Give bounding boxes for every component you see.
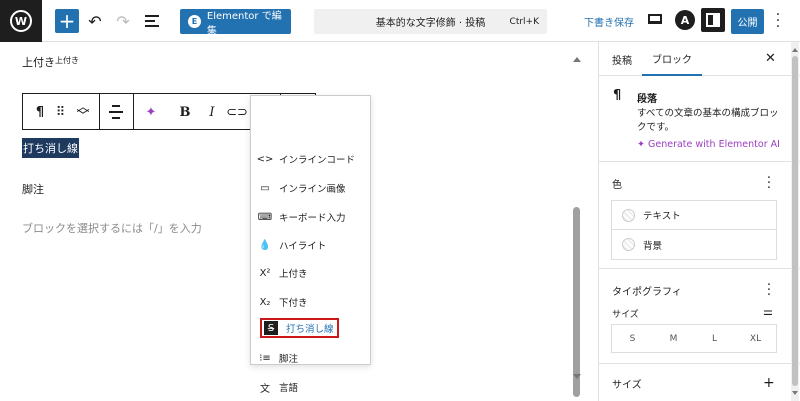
keyboard-icon: ⌨ (257, 211, 273, 223)
add-block-button[interactable]: + (55, 9, 79, 33)
menu-item-strikethrough[interactable]: S̶ 打ち消し線 (260, 318, 339, 338)
tab-block[interactable]: ブロック (642, 42, 702, 76)
size-option-l[interactable]: L (694, 325, 735, 352)
plus-icon[interactable]: + (763, 375, 775, 391)
redo-icon[interactable]: ↷ (111, 9, 135, 33)
menu-item-subscript[interactable]: X₂ 下付き (259, 292, 308, 312)
astra-settings-icon[interactable]: A (675, 10, 695, 30)
block-description: すべての文章の基本の構成ブロックです。 (637, 108, 779, 133)
custom-size-settings-icon[interactable]: ⚌ (763, 305, 773, 318)
settings-sidebar: 投稿 ブロック ✕ ¶ 段落 すべての文章の基本の構成ブロックです。 ✦ Gen… (598, 42, 800, 401)
sidebar-scrollbar[interactable] (791, 42, 799, 401)
text-color-option[interactable]: テキスト (612, 201, 776, 230)
scroll-up-arrow-icon[interactable] (792, 48, 798, 52)
language-icon: 文 (260, 383, 270, 395)
sidebar-tabs: 投稿 ブロック ✕ (599, 42, 800, 76)
dimensions-panel[interactable]: サイズ + (599, 364, 800, 401)
color-swatch-icon (622, 208, 635, 222)
color-swatch-icon (622, 238, 635, 251)
list-view-icon[interactable] (140, 9, 164, 33)
elementor-button-label: Elementor で編集 (206, 10, 282, 37)
color-panel-title: 色 (612, 180, 622, 191)
elementor-icon: E (188, 15, 201, 28)
size-option-xl[interactable]: XL (735, 325, 776, 352)
paragraph-icon: ¶ (613, 88, 622, 103)
bold-icon[interactable]: B (179, 103, 191, 121)
size-option-m[interactable]: M (653, 325, 694, 352)
block-placeholder[interactable]: ブロックを選択するには「/」を入力 (22, 220, 202, 236)
superscript-text: 上付き (55, 56, 79, 65)
background-color-option[interactable]: 背景 (612, 230, 776, 259)
close-icon[interactable]: ✕ (765, 51, 776, 66)
color-options-icon[interactable]: · · · (765, 172, 773, 195)
paragraph-icon[interactable]: ¶ (33, 103, 47, 121)
menu-item-keyboard-input[interactable]: ⌨ キーボード入力 (257, 207, 346, 227)
save-draft-button[interactable]: 下書き保存 (584, 14, 634, 29)
move-up-down-icon[interactable]: ︿ ﹀ (77, 101, 90, 123)
menu-item-superscript[interactable]: X² 上付き (259, 263, 308, 283)
highlight-drop-icon: 💧 (258, 239, 272, 251)
superscript-paragraph[interactable]: 上付き上付き (22, 54, 79, 70)
typography-panel-title: タイポグラフィ (612, 287, 682, 298)
link-icon[interactable]: ⊂⊃ (226, 103, 248, 121)
block-name: 段落 (637, 94, 657, 105)
footnote-icon: ⁝≡ (259, 352, 271, 364)
menu-item-footnote[interactable]: ⁝≡ 脚注 (259, 348, 298, 368)
settings-sidebar-icon[interactable] (701, 8, 725, 32)
edit-with-elementor-button[interactable]: E Elementor で編集 (180, 9, 291, 37)
strikethrough-icon: S̶ (264, 321, 278, 335)
document-title: 基本的な文字修飾 · 投稿 (375, 18, 486, 29)
menu-item-language[interactable]: 文 言語 (259, 377, 298, 397)
italic-icon[interactable]: I (207, 103, 217, 121)
scroll-up-arrow-icon[interactable] (573, 57, 581, 62)
menu-item-highlight[interactable]: 💧 ハイライト (258, 235, 327, 255)
ai-sparkle-icon[interactable]: ✦ (143, 103, 159, 121)
site-logo-button[interactable]: W (0, 0, 42, 42)
code-icon: <> (256, 153, 274, 165)
undo-icon[interactable]: ↶ (83, 9, 107, 33)
block-editor: W + ↶ ↷ E Elementor で編集 基本的な文字修飾 · 投稿 Ct… (0, 0, 800, 401)
dimensions-panel-title: サイズ (612, 380, 642, 391)
toolbar-divider (133, 94, 134, 129)
block-card: ¶ 段落 すべての文章の基本の構成ブロックです。 ✦ Generate with… (599, 76, 800, 162)
inline-image-icon: ▭ (260, 182, 270, 194)
strikethrough-selected-text[interactable]: 打ち消し線 (22, 138, 79, 158)
wordpress-icon: W (10, 10, 32, 32)
preview-icon[interactable] (648, 14, 662, 24)
footnote-paragraph[interactable]: 脚注 (22, 181, 44, 197)
color-panel: 色 · · · テキスト 背景 (599, 162, 800, 269)
ai-sparkle-icon: ✦ (637, 139, 645, 150)
superscript-base-text: 上付き (22, 56, 55, 69)
canvas-scrollbar[interactable] (570, 52, 584, 397)
size-option-s[interactable]: S (612, 325, 653, 352)
subscript-icon: X₂ (259, 296, 271, 308)
menu-item-inline-code[interactable]: <> インラインコード (256, 149, 355, 169)
tab-post[interactable]: 投稿 (612, 42, 632, 76)
scrollbar-thumb[interactable] (792, 56, 798, 386)
command-shortcut: Ctrl+K (509, 16, 539, 27)
toolbar-divider (99, 94, 100, 129)
drag-handle-icon[interactable]: ⠿ (55, 103, 66, 121)
command-palette-button[interactable]: 基本的な文字修飾 · 投稿 Ctrl+K (314, 9, 547, 34)
typography-panel: タイポグラフィ · · · サイズ ⚌ S M L XL (599, 269, 800, 364)
generate-ai-link[interactable]: ✦ Generate with Elementor AI (637, 139, 780, 150)
menu-item-inline-image[interactable]: ▭ インライン画像 (259, 178, 345, 198)
more-formats-menu: <> インラインコード ▭ インライン画像 ⌨ キーボード入力 💧 ハイライト … (250, 95, 371, 395)
publish-button[interactable]: 公開 (731, 9, 764, 34)
font-size-label: サイズ (612, 310, 639, 320)
superscript-icon: X² (259, 267, 271, 279)
typography-options-icon[interactable]: · · · (765, 279, 773, 302)
color-settings: テキスト 背景 (611, 200, 777, 260)
options-menu-icon[interactable]: · · · (772, 8, 784, 34)
font-size-picker: S M L XL (611, 324, 777, 353)
scroll-down-arrow-icon[interactable] (792, 391, 798, 395)
scroll-down-arrow-icon[interactable] (573, 374, 581, 379)
scrollbar-thumb[interactable] (573, 207, 580, 397)
editor-top-bar: W + ↶ ↷ E Elementor で編集 基本的な文字修飾 · 投稿 Ct… (0, 0, 800, 42)
align-text-icon[interactable] (109, 103, 123, 121)
